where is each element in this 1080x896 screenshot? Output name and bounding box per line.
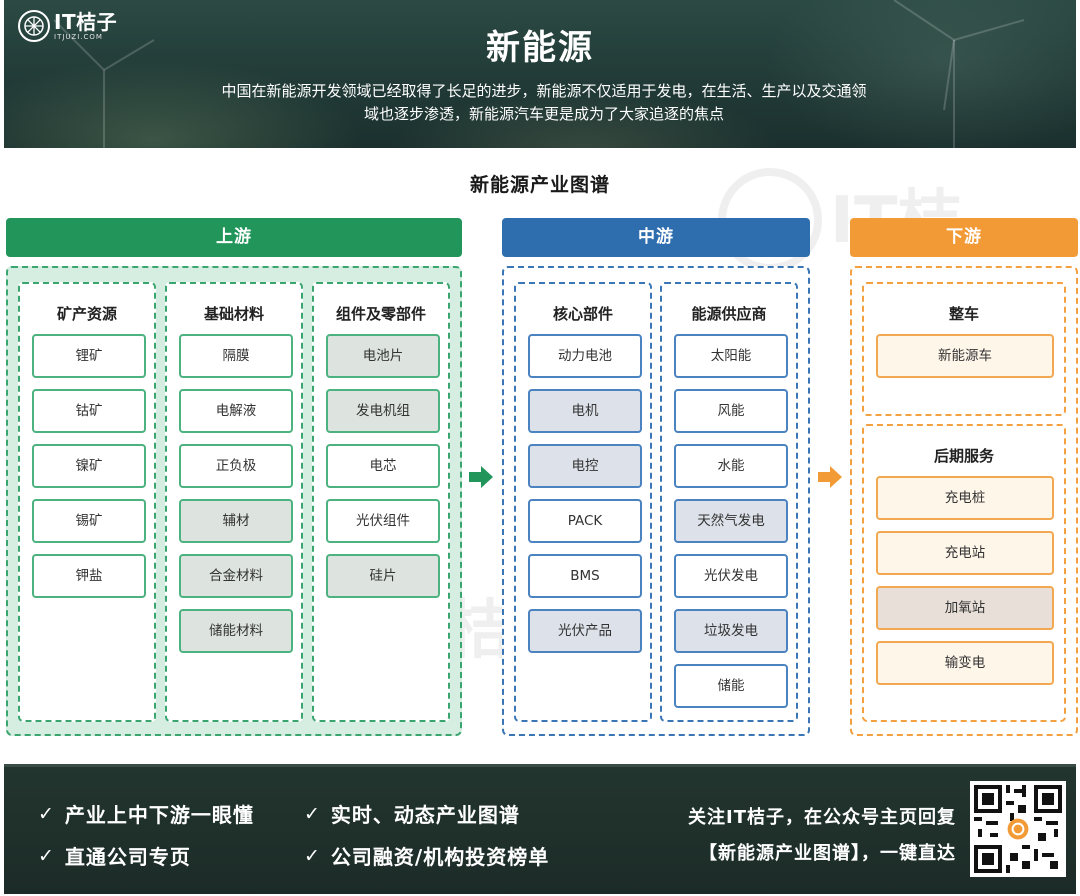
item-silicon-wafer: 硅片 [326, 554, 440, 598]
group-vehicles: 整车 新能源车 [862, 282, 1066, 416]
group-components-parts: 组件及零部件 电池片 发电机组 电芯 光伏组件 硅片 [312, 282, 450, 722]
item-generator-set: 发电机组 [326, 389, 440, 433]
check-icon: ✓ [38, 844, 55, 867]
feature-item: ✓ 实时、动态产业图谱 [304, 799, 520, 828]
item-cell-wafer: 电池片 [326, 334, 440, 378]
qr-code[interactable] [970, 781, 1066, 877]
item-hydro: 水能 [674, 444, 788, 488]
group-title: 后期服务 [933, 447, 994, 465]
stage-panel-midstream: 核心部件 动力电池 电机 电控 PACK BMS 光伏产品 能源供应商 太阳能 … [502, 266, 810, 736]
item-lithium-mine: 锂矿 [32, 334, 146, 378]
item-controller: 电控 [528, 444, 642, 488]
feature-item: ✓ 公司融资/机构投资榜单 [304, 841, 549, 870]
item-fueling-station: 加氧站 [876, 586, 1054, 630]
arrow-right-icon [818, 466, 842, 488]
group-title: 基础材料 [203, 305, 264, 323]
item-solar: 太阳能 [674, 334, 788, 378]
item-tin-mine: 锡矿 [32, 499, 146, 543]
item-pv-power: 光伏发电 [674, 554, 788, 598]
item-motor: 电机 [528, 389, 642, 433]
cta-line-1: 关注IT桔子，在公众号主页回复 [688, 807, 956, 828]
item-cobalt-mine: 钴矿 [32, 389, 146, 433]
item-pv-module: 光伏组件 [326, 499, 440, 543]
diagram-title: 新能源产业图谱 [469, 174, 610, 196]
item-power-battery: 动力电池 [528, 334, 642, 378]
item-auxiliary-materials: 辅材 [179, 499, 293, 543]
item-bms: BMS [528, 554, 642, 598]
group-title: 矿产资源 [56, 305, 117, 323]
item-electrodes: 正负极 [179, 444, 293, 488]
feature-label: 公司融资/机构投资榜单 [330, 845, 550, 869]
item-electrolyte: 电解液 [179, 389, 293, 433]
page-title: 新能源 [486, 28, 594, 68]
group-title: 整车 [948, 305, 979, 323]
group-core-components: 核心部件 动力电池 电机 电控 PACK BMS 光伏产品 [514, 282, 652, 722]
footer-banner: ✓ 产业上中下游一眼懂 ✓ 实时、动态产业图谱 ✓ 直通公司专页 ✓ 公司融资/… [4, 764, 1076, 894]
qr-code-icon [970, 781, 1066, 877]
group-title: 组件及零部件 [335, 305, 426, 323]
check-icon: ✓ [304, 802, 321, 825]
header-banner: IT桔子 ITJUZI.COM 新能源 中国在新能源开发领域已经取得了长足的进步… [4, 0, 1076, 148]
item-nickel-mine: 镍矿 [32, 444, 146, 488]
feature-item: ✓ 产业上中下游一眼懂 [38, 799, 254, 828]
stage-header-downstream: 下游 [850, 218, 1078, 257]
stage-header-upstream: 上游 [6, 218, 462, 257]
stage-panel-downstream: 整车 新能源车 后期服务 充电桩 充电站 加氧站 输变电 [850, 266, 1078, 736]
group-after-services: 后期服务 充电桩 充电站 加氧站 输变电 [862, 424, 1066, 722]
check-icon: ✓ [304, 844, 321, 867]
item-power-transmission: 输变电 [876, 641, 1054, 685]
feature-label: 实时、动态产业图谱 [330, 803, 520, 827]
arrow-right-icon [469, 466, 493, 488]
group-energy-suppliers: 能源供应商 太阳能 风能 水能 天然气发电 光伏发电 垃圾发电 储能 [660, 282, 798, 722]
description-line-2: 域也逐步渗透，新能源汽车更是成为了大家追逐的焦点 [363, 105, 724, 123]
item-storage-materials: 储能材料 [179, 609, 293, 653]
item-pv-products: 光伏产品 [528, 609, 642, 653]
description-line-1: 中国在新能源开发领域已经取得了长足的进步，新能源不仅适用于发电，在生活、生产以及… [221, 82, 867, 100]
item-pack: PACK [528, 499, 642, 543]
item-potash: 钾盐 [32, 554, 146, 598]
check-icon: ✓ [38, 802, 55, 825]
stage-header-midstream: 中游 [502, 218, 810, 257]
stage-panel-upstream: 矿产资源 锂矿 钴矿 镍矿 锡矿 钾盐 基础材料 隔膜 电解液 正负极 辅材 合… [6, 266, 462, 736]
cta-line-2: 【新能源产业图谱】，一键直达 [699, 843, 956, 864]
item-waste-power: 垃圾发电 [674, 609, 788, 653]
item-charging-station: 充电站 [876, 531, 1054, 575]
page-description: 中国在新能源开发领域已经取得了长足的进步，新能源不仅适用于发电，在生活、生产以及… [184, 80, 904, 126]
group-title: 核心部件 [552, 305, 613, 323]
item-charging-pile: 充电桩 [876, 476, 1054, 520]
group-mineral-resources: 矿产资源 锂矿 钴矿 镍矿 锡矿 钾盐 [18, 282, 156, 722]
feature-label: 产业上中下游一眼懂 [64, 803, 254, 827]
item-wind: 风能 [674, 389, 788, 433]
item-energy-storage: 储能 [674, 664, 788, 708]
item-battery-cell: 电芯 [326, 444, 440, 488]
item-separator: 隔膜 [179, 334, 293, 378]
group-title: 能源供应商 [691, 305, 767, 323]
group-base-materials: 基础材料 隔膜 电解液 正负极 辅材 合金材料 储能材料 [165, 282, 303, 722]
item-gas-power: 天然气发电 [674, 499, 788, 543]
feature-label: 直通公司专页 [64, 845, 191, 869]
item-alloy-materials: 合金材料 [179, 554, 293, 598]
item-nev: 新能源车 [876, 334, 1054, 378]
feature-item: ✓ 直通公司专页 [38, 841, 191, 870]
